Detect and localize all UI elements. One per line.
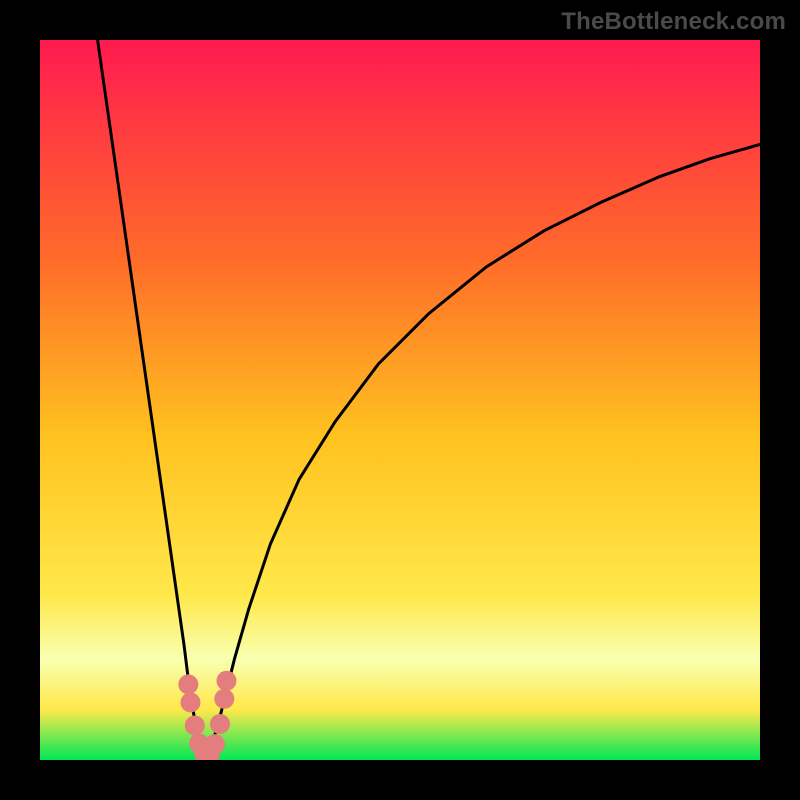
highlight-marker: [205, 734, 225, 754]
bottleneck-curve: [40, 40, 760, 760]
highlight-marker: [214, 689, 234, 709]
marker-cluster: [178, 671, 236, 760]
highlight-marker: [185, 715, 205, 735]
highlight-marker: [210, 714, 230, 734]
curve-left-branch: [98, 40, 206, 757]
curve-right-branch: [206, 144, 760, 757]
watermark-text: TheBottleneck.com: [561, 8, 786, 36]
highlight-marker: [180, 692, 200, 712]
plot-area: [40, 40, 760, 760]
highlight-marker: [178, 674, 198, 694]
chart-frame: TheBottleneck.com: [0, 0, 800, 800]
highlight-marker: [216, 671, 236, 691]
